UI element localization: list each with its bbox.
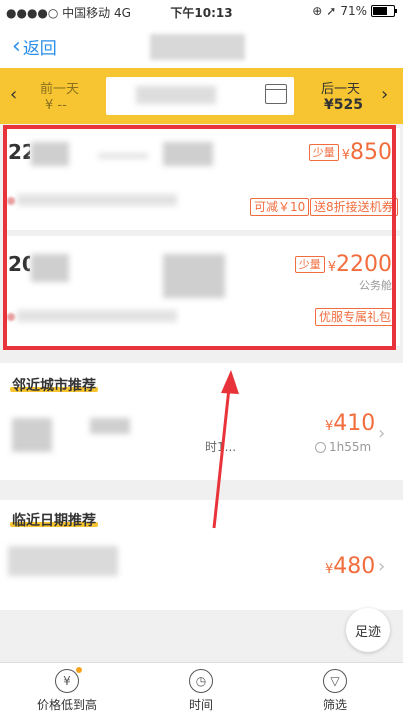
tab-label: 时间 [188, 698, 213, 712]
chevron-left-icon: ‹ [12, 33, 21, 59]
location-icon: ➚ [326, 4, 337, 18]
lock-rotation-icon: ⊕ [312, 4, 323, 18]
tab-price-sort[interactable]: ¥ 价格低到高 [0, 667, 134, 713]
yuan-icon: ¥ [55, 667, 82, 693]
tab-label: 价格低到高 [36, 698, 97, 712]
price-value: 410 [333, 411, 376, 436]
date-redacted [136, 86, 216, 104]
chevron-left-icon[interactable]: ‹ [10, 84, 17, 105]
partial-text: 时1... [205, 440, 237, 454]
highlight-frame [3, 125, 396, 350]
chevron-right-icon[interactable]: › [381, 84, 388, 105]
route-redacted [90, 418, 130, 434]
price: ¥480 [325, 554, 375, 579]
notification-dot [76, 667, 82, 673]
price: ¥410 [325, 411, 375, 436]
route-redacted [12, 418, 52, 452]
duration-value: 1h55m [329, 440, 372, 454]
next-day-price: ¥525 [324, 97, 363, 113]
back-button[interactable]: ‹ 返回 [12, 34, 57, 59]
chevron-right-icon[interactable]: › [378, 423, 385, 444]
duration: 1h55m [315, 440, 371, 454]
battery-icon [371, 5, 397, 17]
tab-label: 筛选 [322, 698, 347, 712]
section-title: 邻近城市推荐 [12, 378, 96, 394]
battery-label: 71% [340, 4, 367, 18]
prev-day-label: 前一天 [40, 82, 80, 97]
status-bar: ●●●●○ 中国移动 4G 下午10:13 ⊕ ➚ 71% [0, 0, 403, 22]
tab-filter[interactable]: ▽ 筛选 [268, 669, 402, 713]
clock-icon [315, 442, 326, 453]
nearby-date-section: 临近日期推荐 ¥480 › [0, 500, 403, 610]
footprint-button[interactable]: 足迹 [346, 608, 390, 652]
date-redacted [8, 546, 118, 576]
tab-time[interactable]: ◷ 时间 [134, 669, 268, 713]
back-label: 返回 [22, 39, 57, 59]
clock-icon: ◷ [189, 669, 213, 693]
next-day-label: 后一天 [321, 82, 361, 97]
nav-bar: ‹ 返回 [0, 22, 403, 68]
nearby-city-section: 邻近城市推荐 时1... ¥410 1h55m › [0, 363, 403, 480]
chevron-right-icon[interactable]: › [378, 556, 385, 577]
prev-day-price: ¥ -- [45, 98, 67, 113]
route-title-redacted [150, 34, 245, 60]
bottom-tab-bar: ¥ 价格低到高 ◷ 时间 ▽ 筛选 [0, 662, 403, 718]
date-bar: ‹ 前一天 ¥ -- 后一天 ¥525 › [0, 68, 403, 124]
status-right: ⊕ ➚ 71% [312, 4, 397, 18]
footprint-label: 足迹 [354, 624, 381, 640]
section-title: 临近日期推荐 [12, 513, 96, 529]
calendar-icon[interactable] [265, 84, 287, 104]
price-value: 480 [333, 554, 376, 579]
filter-icon: ▽ [323, 669, 347, 693]
